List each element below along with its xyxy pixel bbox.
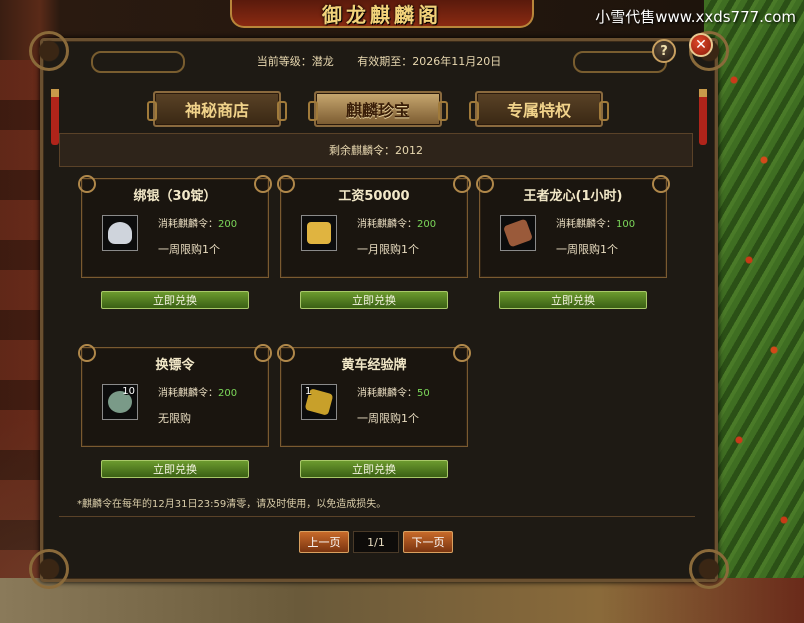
item-quantity: 1 [305,386,312,397]
item-cost: 消耗麒麟令：200 [357,219,437,230]
pagination: 上一页 1/1 下一页 [299,531,453,553]
escort-token-icon[interactable]: 10 [102,384,138,420]
remaining-tokens: 剩余麒麟令：2012 [59,133,693,167]
close-icon[interactable]: ✕ [689,33,713,57]
background-building [0,60,45,620]
reset-notice: *麒麟令在每年的12月31日23:59清零，请及时使用，以免造成损失。 [77,499,387,510]
member-info: 当前等级：潜龙 有效期至：2026年11月20日 [43,53,715,69]
yellow-cart-icon[interactable]: 1 [301,384,337,420]
tab-exclusive-privilege[interactable]: 专属特权 [469,91,609,127]
item-card: 黄车经验牌 1 消耗麒麟令：50 一周限购1个 [277,344,471,447]
item-card: 工资50000 消耗麒麟令：200 一月限购1个 [277,175,471,278]
corner-ornament [689,549,729,589]
qilin-pavilion-panel: 当前等级：潜龙 有效期至：2026年11月20日 ? ✕ 神秘商店 麒麟珍宝 专… [29,31,729,589]
exchange-button[interactable]: 立即兑换 [300,291,448,309]
corner-ornament [29,549,69,589]
item-name: 绑银（30锭） [133,189,217,204]
background-ground [0,578,804,623]
divider [59,516,695,517]
page-indicator: 1/1 [353,531,399,553]
item-cost: 消耗麒麟令：200 [158,388,238,399]
question-icon[interactable]: ? [652,39,676,63]
item-name: 黄车经验牌 [341,358,407,373]
item-limit: 一周限购1个 [357,412,419,425]
item-name: 工资50000 [338,189,410,204]
item-limit: 一月限购1个 [357,243,419,256]
item-card: 王者龙心(1小时) 消耗麒麟令：100 一周限购1个 [476,175,670,278]
tab-bar: 神秘商店 麒麟珍宝 专属特权 [43,91,715,131]
prev-page-button[interactable]: 上一页 [299,531,349,553]
gold-ingot-icon[interactable] [301,215,337,251]
item-card: 绑银（30锭） 消耗麒麟令：200 一周限购1个 [78,175,272,278]
item-cost: 消耗麒麟令：50 [357,388,430,399]
window-title: 御龙麒麟阁 [230,0,534,28]
tab-qilin-treasure[interactable]: 麒麟珍宝 [308,91,448,127]
dragon-heart-icon[interactable] [500,215,536,251]
item-card: 换镖令 10 消耗麒麟令：200 无限购 [78,344,272,447]
silver-ingot-icon[interactable] [102,215,138,251]
exchange-button[interactable]: 立即兑换 [300,460,448,478]
tab-mystery-shop[interactable]: 神秘商店 [147,91,287,127]
item-quantity: 10 [122,386,135,397]
exchange-button[interactable]: 立即兑换 [101,460,249,478]
exchange-button[interactable]: 立即兑换 [101,291,249,309]
expiry-date: 有效期至：2026年11月20日 [357,55,502,68]
item-name: 王者龙心(1小时) [523,189,623,204]
background-tree [704,0,804,623]
item-name: 换镖令 [155,358,195,373]
item-cost: 消耗麒麟令：200 [158,219,238,230]
item-limit: 一周限购1个 [556,243,618,256]
item-limit: 一周限购1个 [158,243,220,256]
item-cost: 消耗麒麟令：100 [556,219,636,230]
exchange-button[interactable]: 立即兑换 [499,291,647,309]
current-level: 当前等级：潜龙 [256,55,334,68]
item-limit: 无限购 [158,412,191,425]
next-page-button[interactable]: 下一页 [403,531,453,553]
watermark-text: 小雪代售www.xxds777.com [595,8,796,26]
